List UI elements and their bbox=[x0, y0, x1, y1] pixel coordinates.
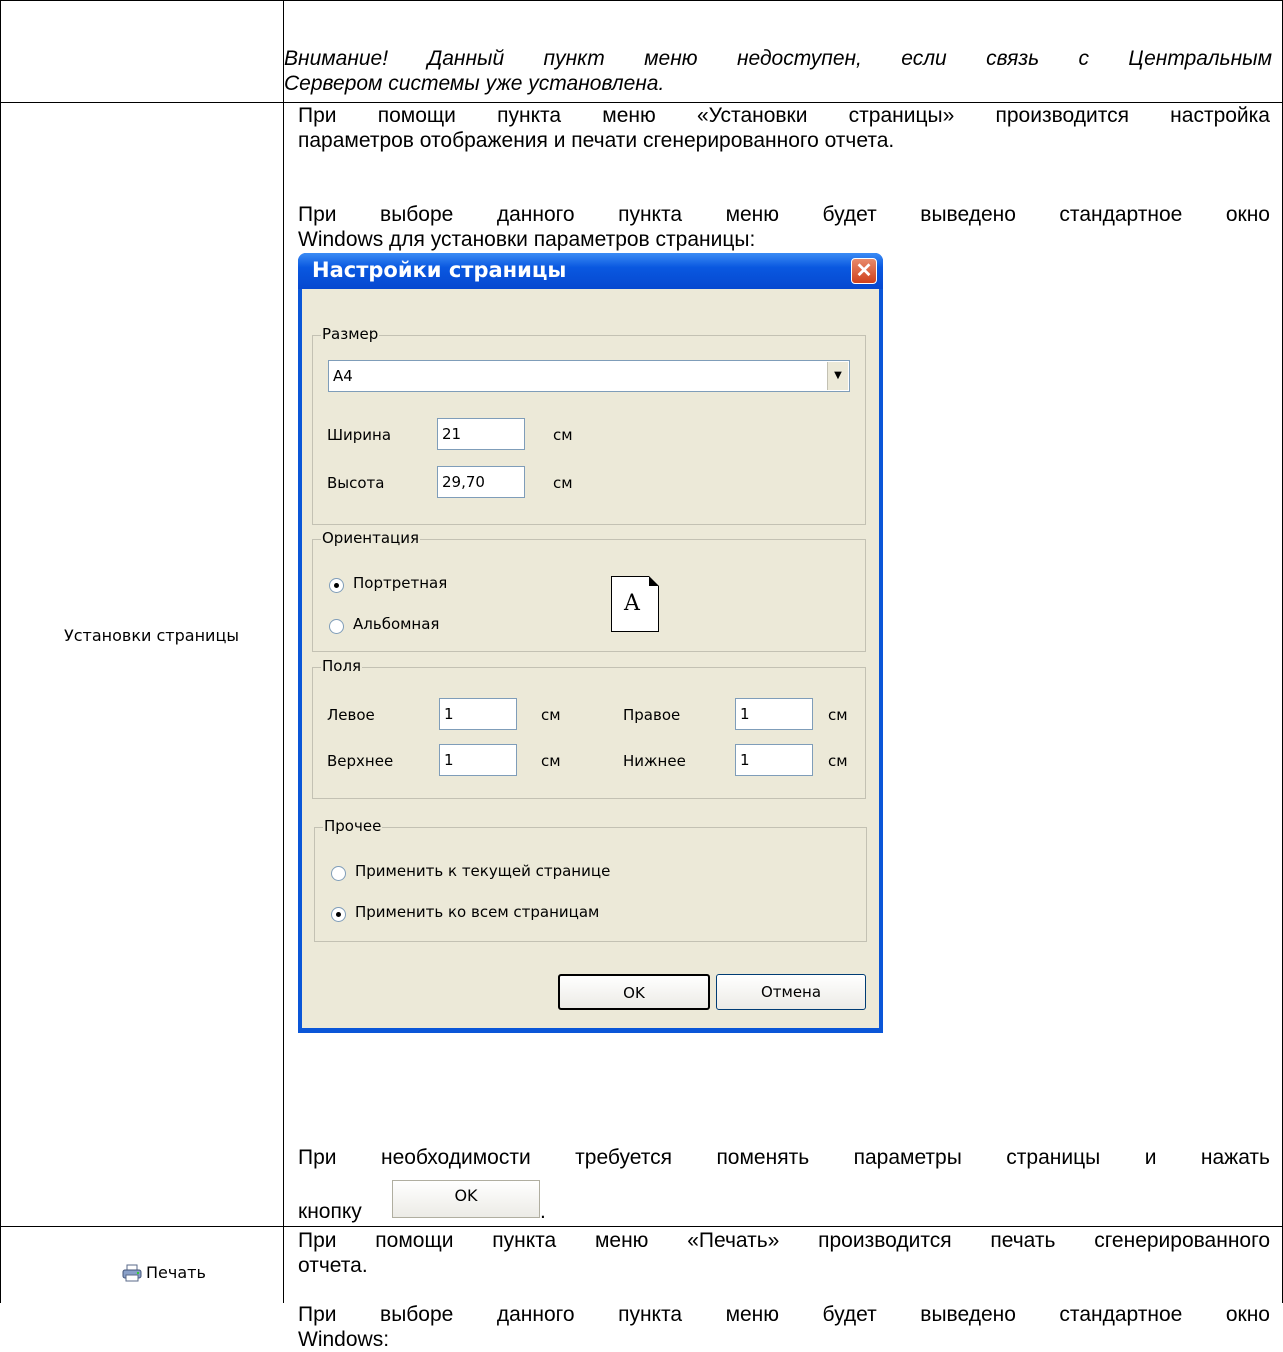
dialog-title: Настройки страницы bbox=[312, 258, 567, 282]
warning-line: Внимание! Данный пункт меню недоступен, … bbox=[284, 47, 1272, 70]
other-group-frame: Прочее Применить к текущей странице Прим… bbox=[314, 817, 867, 942]
apply-current-radio[interactable] bbox=[331, 866, 346, 881]
dialog-lower-area: Прочее Применить к текущей странице Прим… bbox=[302, 810, 879, 1028]
page-setup-paragraph: При помощи пункта меню «Установки страни… bbox=[298, 103, 1270, 153]
left-margin-field[interactable]: 1 bbox=[439, 698, 517, 730]
text-line: При выборе данного пункта меню будет выв… bbox=[298, 1303, 1270, 1326]
table-border-top bbox=[0, 0, 1283, 1]
bottom-margin-field[interactable]: 1 bbox=[735, 744, 813, 776]
apply-current-label: Применить к текущей странице bbox=[355, 862, 611, 880]
right-margin-field[interactable]: 1 bbox=[735, 698, 813, 730]
dialog-body: Размер A4 ▼ Ширина 21 см Высота 29,70 см… bbox=[302, 289, 879, 829]
landscape-label: Альбомная bbox=[353, 615, 440, 633]
cancel-button[interactable]: Отмена bbox=[716, 974, 866, 1010]
top-margin-field[interactable]: 1 bbox=[439, 744, 517, 776]
unit-label: см bbox=[828, 752, 848, 770]
print-paragraph: При помощи пункта меню «Печать» производ… bbox=[298, 1228, 1270, 1278]
paper-size-select[interactable]: A4 ▼ bbox=[328, 360, 850, 392]
warning-line: Сервером системы уже установлена. bbox=[284, 72, 665, 95]
text-line: кнопку bbox=[298, 1200, 362, 1223]
page-settings-dialog: Настройки страницы ✕ Размер A4 ▼ Ширина … bbox=[298, 253, 883, 833]
group-title: Прочее bbox=[323, 817, 383, 835]
height-field[interactable]: 29,70 bbox=[437, 466, 525, 498]
top-margin-label: Верхнее bbox=[327, 752, 394, 770]
page-setup-paragraph-end: кнопку bbox=[298, 1199, 362, 1224]
left-margin-label: Левое bbox=[327, 706, 375, 724]
table-row-divider bbox=[0, 1226, 1283, 1227]
group-title: Поля bbox=[321, 657, 363, 675]
group-title: Ориентация bbox=[321, 529, 421, 547]
landscape-radio[interactable] bbox=[329, 619, 344, 634]
close-icon[interactable]: ✕ bbox=[851, 258, 877, 284]
dialog-frame-right bbox=[879, 810, 883, 1033]
page-setup-paragraph: При необходимости требуется поменять пар… bbox=[298, 1145, 1270, 1170]
apply-all-label: Применить ко всем страницам bbox=[355, 903, 600, 921]
text-line: параметров отображения и печати сгенерир… bbox=[298, 129, 895, 152]
text-line: При необходимости требуется поменять пар… bbox=[298, 1146, 1270, 1169]
chevron-down-icon[interactable]: ▼ bbox=[827, 362, 848, 390]
printer-icon bbox=[122, 1264, 142, 1282]
paper-size-value: A4 bbox=[333, 367, 353, 385]
menu-item-print: Печать bbox=[146, 1263, 206, 1282]
portrait-label: Портретная bbox=[353, 574, 448, 592]
unit-label: см bbox=[828, 706, 848, 724]
text-line: При выборе данного пункта меню будет выв… bbox=[298, 203, 1270, 226]
table-column-divider bbox=[283, 0, 284, 1303]
print-paragraph: При выборе данного пункта меню будет выв… bbox=[298, 1302, 1270, 1352]
margins-group: Поля Левое 1 см Правое 1 см Верхнее 1 см… bbox=[312, 657, 866, 799]
table-border-left bbox=[0, 0, 1, 1303]
text-line: Windows: bbox=[298, 1328, 390, 1351]
warning-text: Внимание! Данный пункт меню недоступен, … bbox=[284, 46, 1272, 96]
ok-button[interactable]: OK bbox=[558, 974, 710, 1010]
dialog-frame-bottom bbox=[298, 1028, 883, 1033]
inline-ok-button: OK bbox=[392, 1180, 540, 1218]
width-label: Ширина bbox=[327, 426, 392, 444]
orientation-group: Ориентация Портретная Альбомная A bbox=[312, 529, 866, 652]
height-label: Высота bbox=[327, 474, 385, 492]
unit-label: см bbox=[553, 474, 573, 492]
bottom-margin-label: Нижнее bbox=[623, 752, 686, 770]
right-margin-label: Правое bbox=[623, 706, 681, 724]
text-line: отчета. bbox=[298, 1254, 368, 1277]
page-setup-paragraph: При выборе данного пункта меню будет выв… bbox=[298, 202, 1270, 252]
apply-all-radio[interactable] bbox=[331, 907, 346, 922]
width-field[interactable]: 21 bbox=[437, 418, 525, 450]
unit-label: см bbox=[553, 426, 573, 444]
size-group: Размер A4 ▼ Ширина 21 см Высота 29,70 см bbox=[312, 325, 866, 525]
unit-label: см bbox=[541, 752, 561, 770]
group-title: Размер bbox=[321, 325, 380, 343]
text-line: При помощи пункта меню «Установки страни… bbox=[298, 104, 1270, 127]
text-line: При помощи пункта меню «Печать» производ… bbox=[298, 1229, 1270, 1252]
dialog-frame-left bbox=[298, 810, 302, 1033]
portrait-radio[interactable] bbox=[329, 578, 344, 593]
unit-label: см bbox=[541, 706, 561, 724]
page-orientation-icon: A bbox=[611, 576, 659, 632]
text-line: Windows для установки параметров страниц… bbox=[298, 228, 756, 251]
page-fold-icon bbox=[649, 576, 659, 586]
period: . bbox=[540, 1200, 546, 1223]
menu-item-page-setup: Установки страницы bbox=[64, 626, 239, 645]
dialog-titlebar: Настройки страницы ✕ bbox=[298, 253, 883, 289]
page-icon-letter: A bbox=[624, 591, 640, 616]
